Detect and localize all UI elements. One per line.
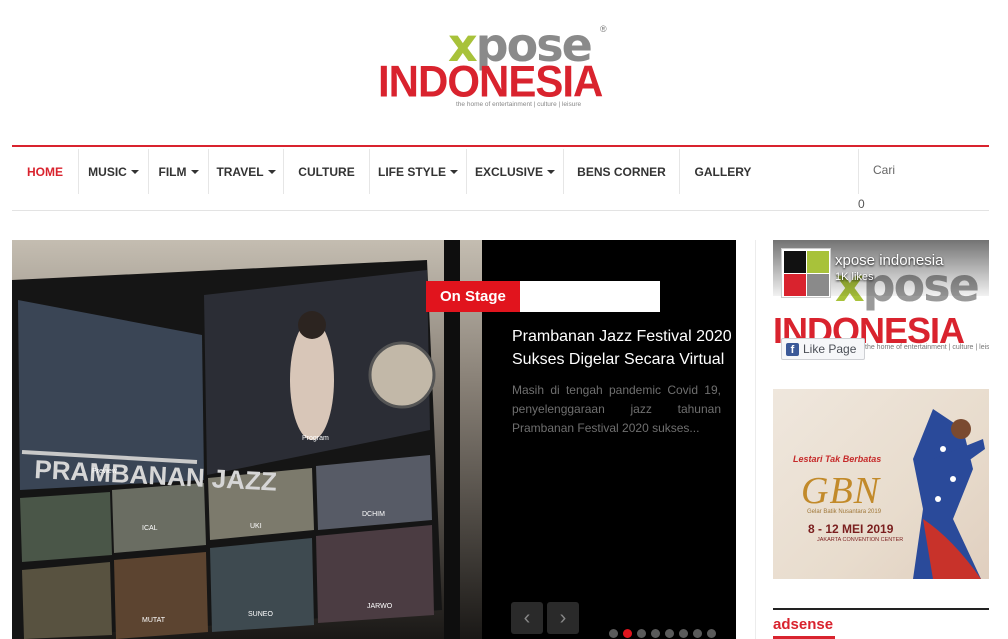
nav-item-travel[interactable]: TRAVEL xyxy=(209,149,284,194)
nav-item-gallery[interactable]: GALLERY xyxy=(680,149,766,194)
monitor-label-mutat: MUTAT xyxy=(142,617,166,624)
dancer-illustration xyxy=(913,409,985,579)
slider-dot-active[interactable] xyxy=(623,629,632,638)
logo-tagline: the home of entertainment | culture | le… xyxy=(456,101,582,108)
monitor-label-ical: ICAL xyxy=(142,525,158,532)
slider-dot[interactable] xyxy=(609,629,618,638)
chevron-down-icon xyxy=(450,169,458,174)
sidebar-divider xyxy=(755,240,756,639)
site-logo[interactable]: xpose ® INDONESIA the home of entertainm… xyxy=(378,22,610,112)
slide-photo: PRAMBANAN JAZZ Preview Program ICAL UKI … xyxy=(12,240,482,639)
slide-image[interactable]: PRAMBANAN JAZZ Preview Program ICAL UKI … xyxy=(12,240,482,639)
slide-excerpt: Masih di tengah pandemic Covid 19, penye… xyxy=(512,383,721,435)
fb-page-name[interactable]: xpose indonesia xyxy=(835,252,943,269)
adsense-heading: adsense xyxy=(773,616,834,633)
search-count: 0 xyxy=(858,197,865,211)
slider-dot[interactable] xyxy=(637,629,646,638)
nav-item-home[interactable]: HOME xyxy=(12,149,79,194)
chevron-down-icon xyxy=(130,169,139,174)
gbn-ad-banner[interactable]: Lestari Tak Berbatas GBN Gelar Batik Nus… xyxy=(773,389,989,579)
fb-like-page-button[interactable]: f Like Page xyxy=(781,338,866,360)
gbn-subtitle: Gelar Batik Nusantara 2019 xyxy=(807,509,882,515)
logo-registered-mark: ® xyxy=(600,24,607,34)
chevron-left-icon: ‹ xyxy=(523,607,531,629)
monitor-label-jarwo: JARWO xyxy=(367,603,393,610)
main-navbar: HOME MUSIC FILM TRAVEL CULTURE LIFE STYL… xyxy=(12,145,989,211)
adsense-divider xyxy=(773,608,989,610)
slider-prev-button[interactable]: ‹ xyxy=(511,602,543,634)
nav-item-music[interactable]: MUSIC xyxy=(79,149,149,194)
facebook-icon: f xyxy=(786,342,799,356)
nav-item-life-style[interactable]: LIFE STYLE xyxy=(370,149,467,194)
gbn-venue: JAKARTA CONVENTION CENTER xyxy=(817,537,904,543)
fb-like-label: Like Page xyxy=(803,342,857,356)
avatar[interactable] xyxy=(781,248,831,298)
category-badge[interactable]: On Stage xyxy=(426,281,520,312)
slider-dot[interactable] xyxy=(693,629,702,638)
chevron-down-icon xyxy=(190,169,199,174)
nav-item-bens-corner[interactable]: BENS CORNER xyxy=(564,149,680,194)
monitor-label-preview: Preview xyxy=(92,468,118,475)
slider-pagination xyxy=(609,629,716,638)
slider-dot[interactable] xyxy=(651,629,660,638)
monitor-label-suneo: SUNEO xyxy=(248,611,273,618)
nav-item-film[interactable]: FILM xyxy=(149,149,209,194)
slide-title[interactable]: Prambanan Jazz Festival 2020 Sukses Dige… xyxy=(512,325,737,371)
search-input[interactable]: Cari xyxy=(858,149,989,194)
chevron-down-icon xyxy=(267,169,276,174)
chevron-right-icon: › xyxy=(559,607,567,629)
monitor-label-uki: UKI xyxy=(250,523,262,530)
nav-item-exclusive[interactable]: EXCLUSIVE xyxy=(467,149,564,194)
slider-dot[interactable] xyxy=(707,629,716,638)
monitor-label-dchim: DCHIM xyxy=(362,511,385,518)
gbn-date: 8 - 12 MEI 2019 xyxy=(808,522,894,536)
logo-wordmark: INDONESIA xyxy=(378,56,603,107)
slider-next-button[interactable]: › xyxy=(547,602,579,634)
fb-like-count: 1K likes xyxy=(835,271,874,283)
chevron-down-icon xyxy=(547,169,555,174)
slider-dot[interactable] xyxy=(665,629,674,638)
facebook-page-widget[interactable]: xpose INDONESIA the home of entertainmen… xyxy=(773,240,989,367)
fb-cover-tagline: the home of entertainment | culture | le… xyxy=(865,344,989,351)
gbn-lestari-text: Lestari Tak Berbatas xyxy=(793,454,882,464)
slider-dot[interactable] xyxy=(679,629,688,638)
gbn-title: GBN xyxy=(801,470,880,512)
nav-item-culture[interactable]: CULTURE xyxy=(284,149,370,194)
monitor-label-program: Program xyxy=(302,435,329,442)
